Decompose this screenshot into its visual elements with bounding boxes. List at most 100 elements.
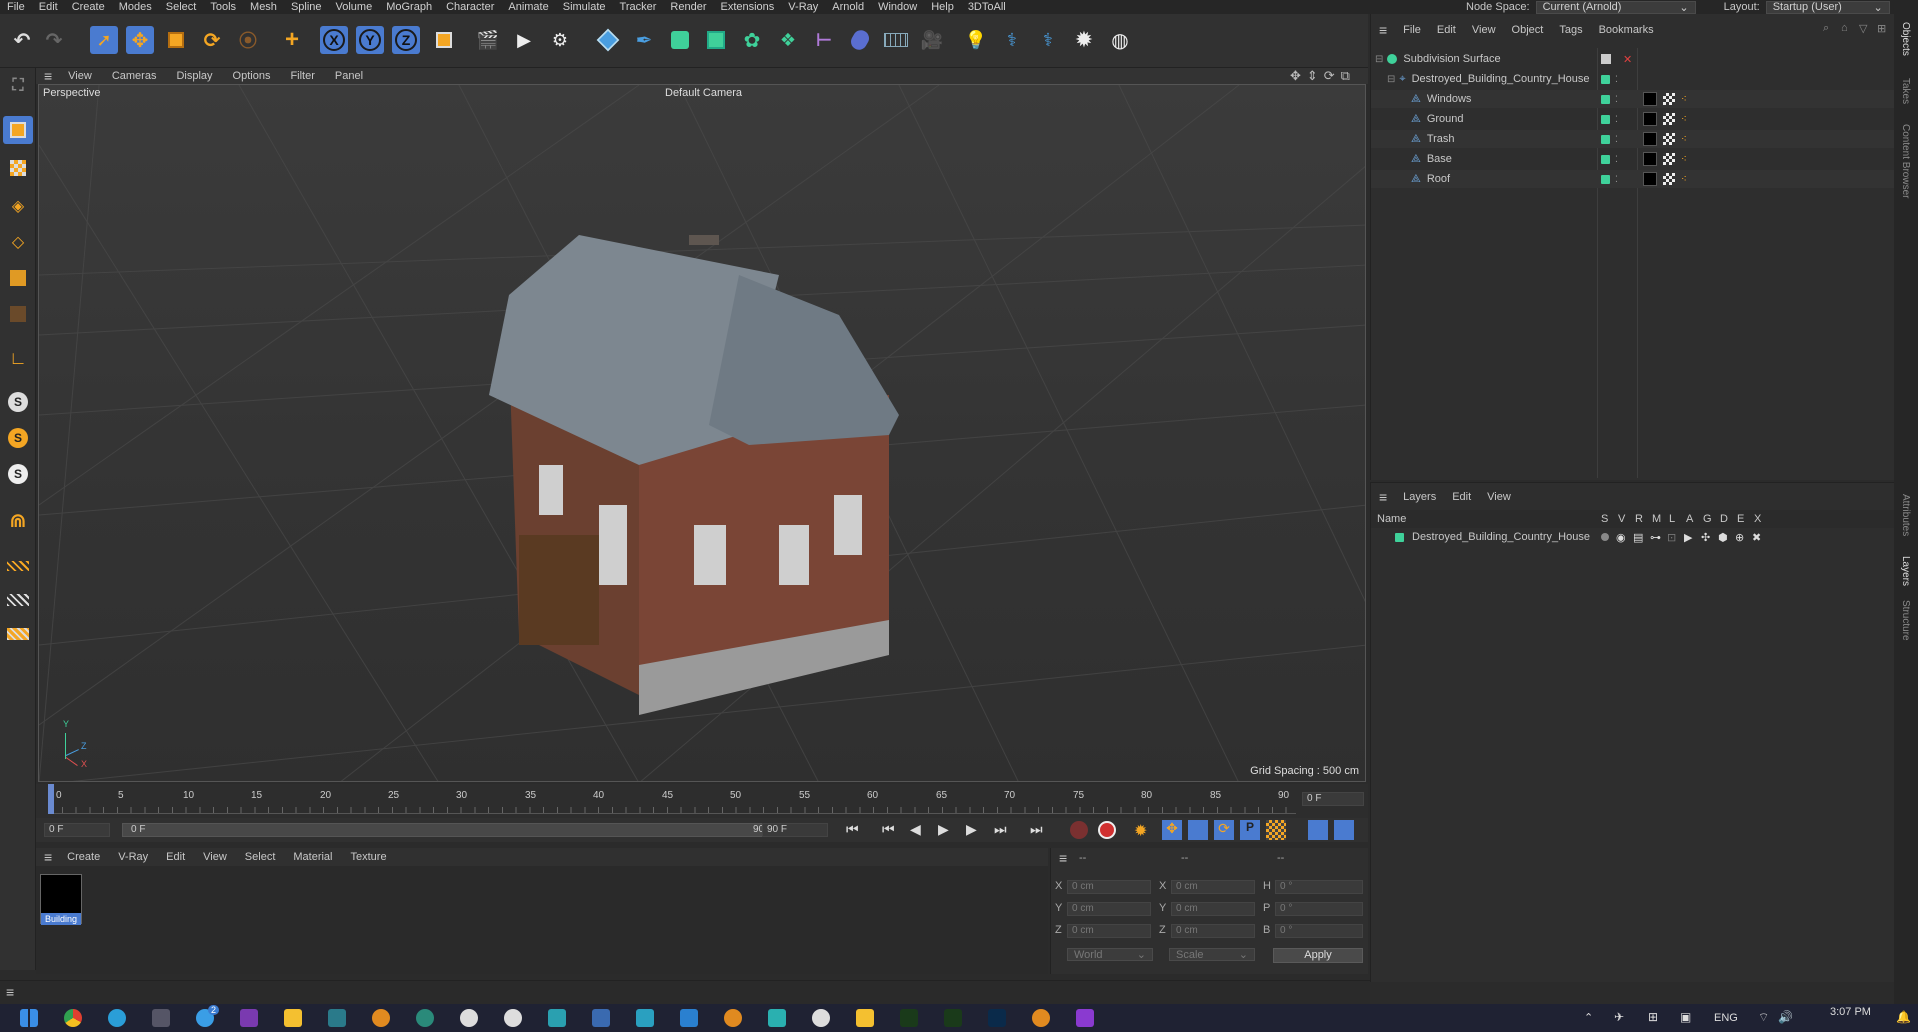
tray-language[interactable]: ENG	[1714, 1012, 1738, 1024]
visibility-dots-icon[interactable]: ⁚	[1615, 174, 1618, 185]
layer-col-r[interactable]: R	[1635, 513, 1643, 525]
visibility-dots-icon[interactable]: ⁚	[1615, 74, 1618, 85]
object-row-subdivision[interactable]: ⊟ Subdivision Surface ✕	[1371, 50, 1895, 68]
viewport-menu-panel[interactable]: Panel	[325, 70, 373, 82]
uvw-tag-icon[interactable]: ⁖	[1681, 114, 1687, 125]
subdivision-button[interactable]	[666, 26, 694, 54]
menu-character[interactable]: Character	[439, 1, 501, 13]
layer-col-v[interactable]: V	[1618, 513, 1625, 525]
menu-tools[interactable]: Tools	[203, 1, 243, 13]
start-frame-field[interactable]: 0 F	[44, 823, 110, 837]
live-select-button[interactable]: ➚	[90, 26, 118, 54]
om-menu-object[interactable]: Object	[1504, 24, 1552, 36]
terminal-icon[interactable]	[328, 1009, 346, 1027]
visibility-dots-icon[interactable]: ⁚	[1615, 114, 1618, 125]
play-icon[interactable]: ▶	[938, 821, 949, 838]
hamburger-icon[interactable]: ≡	[36, 68, 58, 84]
settings-button[interactable]: ✹	[1070, 26, 1098, 54]
maya-icon[interactable]	[768, 1009, 786, 1027]
xref-icon[interactable]: ✖	[1752, 531, 1761, 544]
uv-mode-button[interactable]	[3, 300, 33, 328]
material-menu-create[interactable]: Create	[58, 851, 109, 863]
pos-z-field[interactable]: 0 cm	[1067, 924, 1151, 938]
layer-color-dot[interactable]	[1601, 114, 1610, 124]
menu-help[interactable]: Help	[924, 1, 961, 13]
material-tag-icon[interactable]	[1643, 92, 1657, 106]
tab-layers[interactable]: Layers	[1900, 556, 1911, 586]
menu-file[interactable]: File	[0, 1, 32, 13]
goto-start-icon[interactable]: ⏮	[846, 821, 859, 838]
texture-mode-button[interactable]	[3, 154, 33, 182]
material-name[interactable]: Building	[41, 913, 81, 925]
texture-tag-icon[interactable]	[1663, 93, 1675, 105]
tray-chevron-icon[interactable]: ⌃	[1584, 1011, 1593, 1024]
material-menu-edit[interactable]: Edit	[157, 851, 194, 863]
undo-button[interactable]: ↶	[8, 26, 36, 54]
keyframe-settings-icon[interactable]: ✹	[1134, 821, 1147, 841]
material-menu-select[interactable]: Select	[236, 851, 285, 863]
tray-wifi-icon[interactable]: ⌔	[1758, 1010, 1769, 1025]
layer-col-a[interactable]: A	[1686, 513, 1693, 525]
tray-telegram-icon[interactable]: ✈	[1614, 1010, 1624, 1024]
material-tag-icon[interactable]	[1643, 172, 1657, 186]
layer-col-d[interactable]: D	[1720, 513, 1728, 525]
layer-color-swatch[interactable]	[1395, 532, 1404, 542]
layer-name[interactable]: Destroyed_Building_Country_House	[1412, 531, 1590, 543]
apply-button[interactable]: Apply	[1273, 948, 1363, 963]
tab-takes[interactable]: Takes	[1900, 78, 1911, 104]
cloner-button[interactable]: ✿	[738, 26, 766, 54]
texture-tag-icon[interactable]	[1663, 153, 1675, 165]
autokey-icon[interactable]	[1098, 821, 1116, 839]
layer-col-x[interactable]: X	[1754, 513, 1761, 525]
object-row-windows[interactable]: ⟁ Windows ⁚ ⁖	[1371, 90, 1895, 108]
menu-extensions[interactable]: Extensions	[713, 1, 781, 13]
coord-mode-select[interactable]: World ⌄	[1067, 948, 1153, 961]
blender-icon-3[interactable]	[1032, 1009, 1050, 1027]
menu-animate[interactable]: Animate	[501, 1, 555, 13]
search-icon[interactable]: ⌕	[1823, 22, 1829, 35]
add-button[interactable]: +	[278, 26, 306, 54]
key-move-icon[interactable]: ✥	[1162, 820, 1182, 840]
redo-button[interactable]: ↷	[40, 26, 68, 54]
size-x-field[interactable]: 0 cm	[1171, 880, 1255, 894]
menu-mograph[interactable]: MoGraph	[379, 1, 439, 13]
axis-mode-button[interactable]: ∟	[3, 344, 33, 372]
menu-edit[interactable]: Edit	[32, 1, 65, 13]
material-menu-view[interactable]: View	[194, 851, 236, 863]
tab-structure[interactable]: Structure	[1900, 600, 1911, 641]
globe-button[interactable]: ◍	[1106, 26, 1134, 54]
prev-key-icon[interactable]: ⏮	[882, 821, 895, 838]
layer-col-m[interactable]: M	[1652, 513, 1661, 525]
uvw-tag-icon[interactable]: ⁖	[1681, 134, 1687, 145]
expression-icon[interactable]: ⊕	[1735, 531, 1744, 544]
viewport-menu-options[interactable]: Options	[223, 70, 281, 82]
hamburger-icon[interactable]: ≡	[6, 984, 14, 1000]
viewport-camera-label[interactable]: Default Camera	[665, 87, 742, 99]
object-name[interactable]: Destroyed_Building_Country_House	[1412, 73, 1590, 85]
edge-mode-button[interactable]: ◇	[3, 228, 33, 256]
animation-icon[interactable]: ▶	[1684, 531, 1692, 544]
axis-z-button[interactable]: Z	[392, 26, 420, 54]
layer-color-dot[interactable]	[1601, 174, 1610, 184]
magnet-button[interactable]: ⋒	[3, 506, 33, 534]
cinema4d-icon[interactable]	[460, 1009, 478, 1027]
menu-simulate[interactable]: Simulate	[556, 1, 613, 13]
make-editable-button[interactable]: ⛶	[3, 72, 33, 100]
close-icon[interactable]: ✕	[1623, 53, 1632, 66]
workplane-lock-button[interactable]	[3, 586, 33, 614]
object-name[interactable]: Roof	[1427, 173, 1450, 185]
viewport-menu-cameras[interactable]: Cameras	[102, 70, 167, 82]
size-y-field[interactable]: 0 cm	[1171, 902, 1255, 916]
viewport-perspective[interactable]: Perspective Default Camera Grid Spacing …	[38, 84, 1366, 782]
axis-x-button[interactable]: X	[320, 26, 348, 54]
tray-network-icon[interactable]: ⊞	[1648, 1010, 1658, 1024]
painter-icon[interactable]	[900, 1009, 918, 1027]
om-menu-view[interactable]: View	[1464, 24, 1504, 36]
tray-clock[interactable]: 3:07 PM	[1830, 1006, 1871, 1018]
scale-button[interactable]	[162, 26, 190, 54]
menu-modes[interactable]: Modes	[112, 1, 159, 13]
object-name[interactable]: Ground	[1427, 113, 1464, 125]
camera-button[interactable]: 🎥	[918, 26, 946, 54]
record-icon[interactable]	[1070, 821, 1088, 839]
layer-color-dot[interactable]	[1601, 94, 1610, 104]
